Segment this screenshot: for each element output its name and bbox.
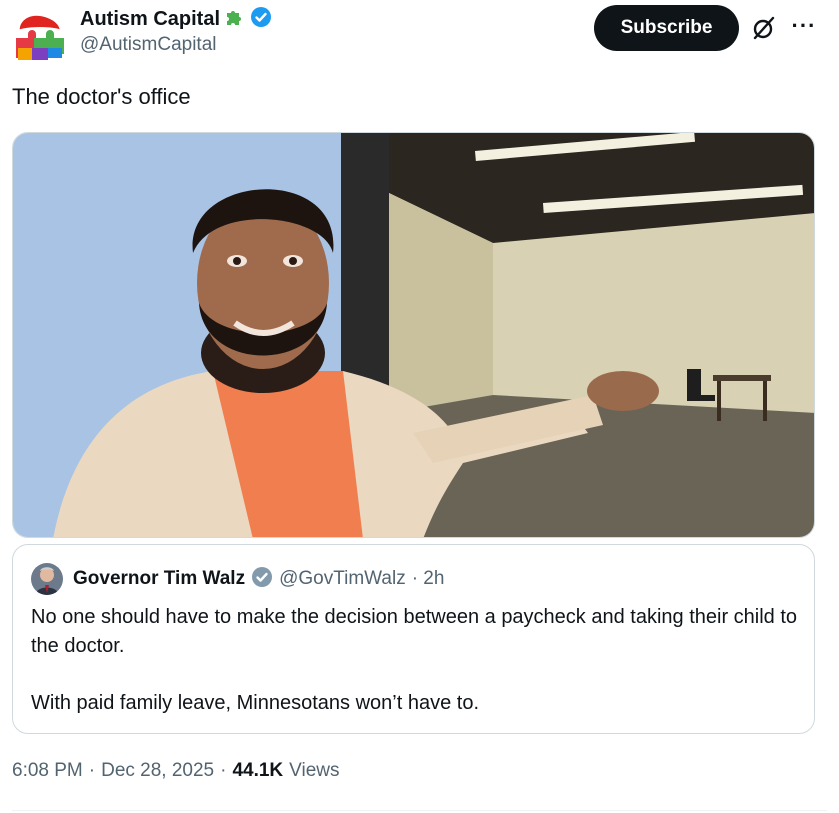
tweet-time[interactable]: 6:08 PM bbox=[12, 760, 83, 782]
more-options-button[interactable]: ··· bbox=[788, 12, 820, 40]
author-name-block: Autism Capital @AutismCapital bbox=[80, 6, 272, 56]
views-count[interactable]: 44.1K bbox=[232, 760, 283, 782]
author-avatar[interactable] bbox=[12, 4, 68, 60]
tweet-metadata: 6:08 PM · Dec 28, 2025 · 44.1K Views bbox=[12, 760, 340, 782]
views-label: Views bbox=[289, 760, 340, 781]
puzzle-piece-icon bbox=[224, 6, 246, 33]
quoted-author-handle[interactable]: @GovTimWalz bbox=[279, 568, 406, 590]
author-display-name[interactable]: Autism Capital bbox=[80, 8, 220, 31]
subscribe-button[interactable]: Subscribe bbox=[594, 5, 739, 51]
quoted-author-display-name[interactable]: Governor Tim Walz bbox=[73, 568, 245, 590]
quoted-tweet-text: No one should have to make the decision … bbox=[31, 603, 801, 718]
tweet-text: The doctor's office bbox=[12, 84, 191, 109]
tweet-header: Autism Capital @AutismCapital Subscribe … bbox=[12, 2, 827, 66]
quoted-tweet-paragraph: No one should have to make the decision … bbox=[31, 606, 798, 657]
verified-badge-icon[interactable] bbox=[251, 566, 273, 593]
separator-dot: · bbox=[220, 760, 227, 781]
quoted-tweet-time[interactable]: · 2h bbox=[412, 568, 445, 590]
author-handle[interactable]: @AutismCapital bbox=[80, 34, 272, 56]
quoted-tweet-paragraph: With paid family leave, Minnesotans won’… bbox=[31, 692, 479, 714]
verified-badge-icon[interactable] bbox=[250, 6, 272, 33]
tweet-date[interactable]: Dec 28, 2025 bbox=[101, 760, 214, 782]
grok-icon[interactable] bbox=[750, 14, 778, 42]
separator-dot: · bbox=[88, 760, 96, 781]
quoted-author-avatar[interactable] bbox=[31, 563, 63, 595]
quoted-tweet-header: Governor Tim Walz @GovTimWalz · 2h bbox=[31, 563, 444, 595]
quoted-tweet[interactable]: Governor Tim Walz @GovTimWalz · 2h No on… bbox=[12, 544, 815, 734]
divider bbox=[12, 810, 827, 811]
tweet-media-image[interactable] bbox=[12, 132, 815, 538]
